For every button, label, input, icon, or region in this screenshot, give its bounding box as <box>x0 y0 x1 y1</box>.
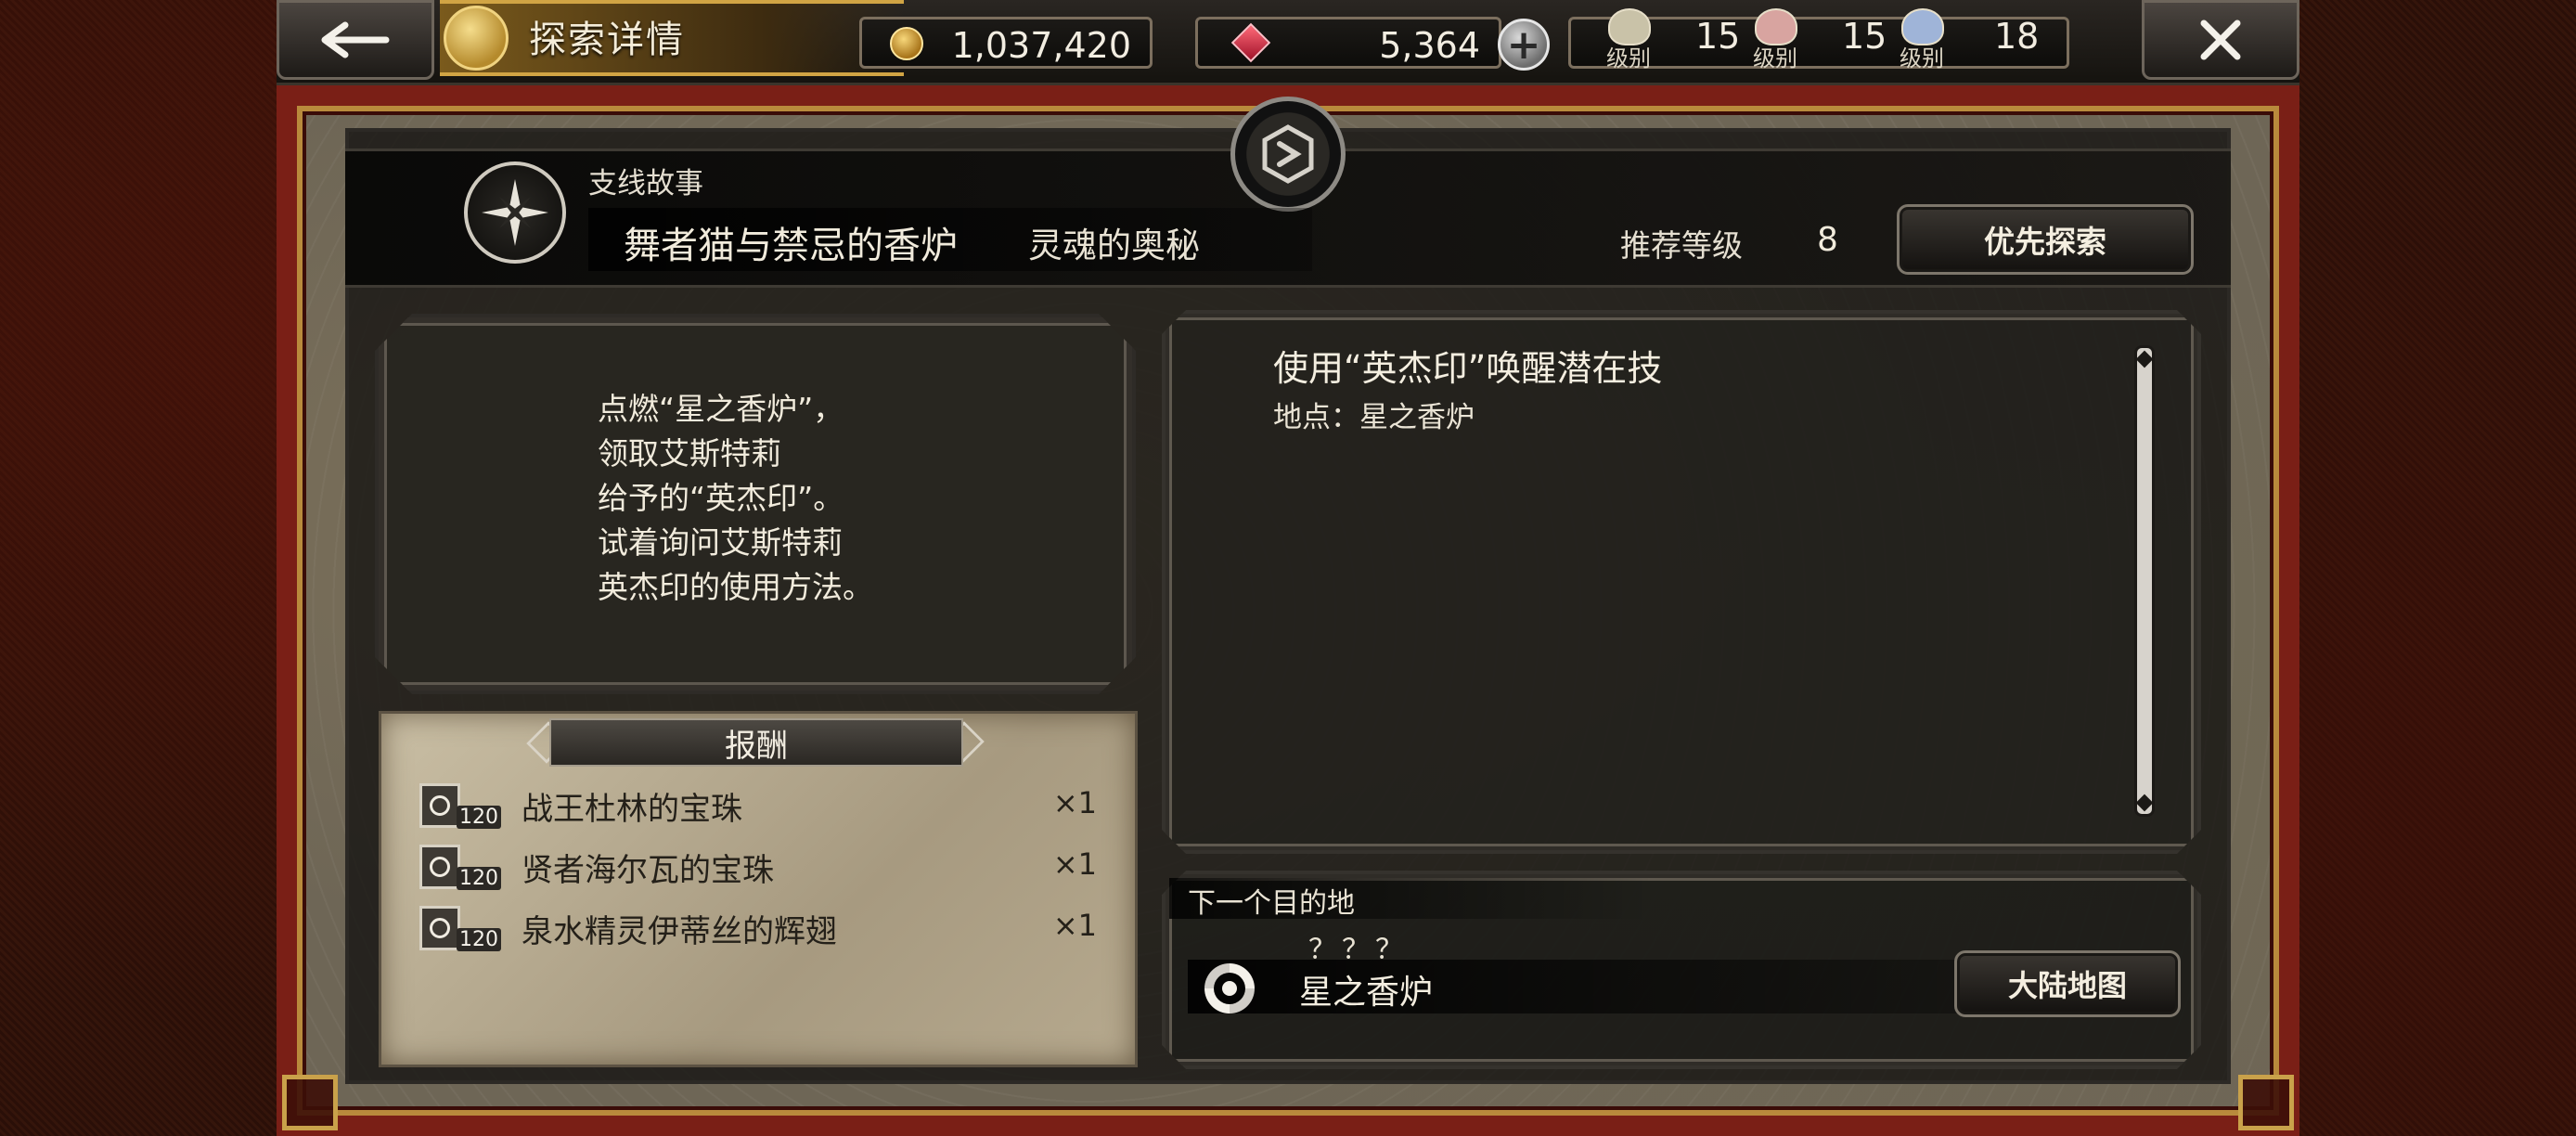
quest-subtitle: 灵魂的奥秘 <box>1028 226 1200 265</box>
levels-bar: 级别 15 级别 15 级别 18 <box>1568 8 2069 71</box>
plus-icon: + <box>1506 20 1541 69</box>
reward-item[interactable]: 120 泉水精灵伊蒂丝的辉翅 ×1 <box>419 902 1097 954</box>
destination-name: 星之香炉 <box>1299 974 1434 1012</box>
reward-header: 报酬 <box>549 718 963 767</box>
level-group-2: 级别 15 <box>1753 6 1894 71</box>
description-line: 试着询问艾斯特莉 <box>598 524 843 561</box>
level-2-label: 级别 <box>1753 45 1797 71</box>
level-3-label: 级别 <box>1900 45 1944 71</box>
arrow-left-icon <box>321 21 390 58</box>
corner-ornament <box>282 1075 338 1130</box>
description-line: 给予的“英杰印”。 <box>598 480 844 516</box>
quest-category: 支线故事 <box>588 167 703 200</box>
level-1-label: 级别 <box>1606 45 1651 71</box>
reward-quantity: ×1 <box>1052 785 1097 820</box>
orb-item-icon <box>419 783 460 828</box>
item-level-badge: 120 <box>457 867 501 890</box>
reward-quantity: ×1 <box>1052 908 1097 943</box>
close-icon <box>2200 19 2241 60</box>
continent-map-button[interactable]: 大陆地图 <box>1954 950 2181 1017</box>
objective-scrollbar[interactable] <box>2134 345 2155 817</box>
level-group-1: 级别 15 <box>1606 6 1747 71</box>
item-level-badge: 120 <box>457 928 501 951</box>
orb-item-icon <box>419 845 460 889</box>
level-group-3: 级别 18 <box>1900 6 2041 71</box>
gold-value: 1,037,420 <box>951 25 1131 66</box>
reward-quantity: ×1 <box>1052 846 1097 882</box>
gem-value: 5,364 <box>1379 25 1480 66</box>
close-button[interactable] <box>2142 0 2299 80</box>
recommended-level-label: 推荐等级 <box>1620 227 1743 264</box>
reward-name: 战王杜林的宝珠 <box>522 791 742 828</box>
page-title: 探索详情 <box>529 19 685 61</box>
quest-emblem-icon <box>1230 97 1346 212</box>
corner-ornament <box>2238 1075 2294 1130</box>
crest-icon <box>444 6 509 71</box>
gem-counter: 5,364 <box>1195 17 1501 69</box>
priority-explore-button[interactable]: 优先探索 <box>1897 204 2194 275</box>
next-destination-label: 下一个目的地 <box>1188 887 1355 920</box>
gold-counter: 1,037,420 <box>859 17 1153 69</box>
reward-name: 泉水精灵伊蒂丝的辉翅 <box>522 913 837 950</box>
objective-title: 使用“英杰印”唤醒潜在技 <box>1273 348 1663 389</box>
objective-location: 地点：星之香炉 <box>1273 401 1475 434</box>
reward-item[interactable]: 120 战王杜林的宝珠 ×1 <box>419 780 1097 832</box>
gem-icon <box>1230 22 1271 63</box>
objective-panel <box>1162 310 2201 854</box>
recommended-level-value: 8 <box>1817 221 1838 259</box>
quest-name: 舞者猫与禁忌的香炉 <box>624 225 958 267</box>
reward-item[interactable]: 120 贤者海尔瓦的宝珠 ×1 <box>419 841 1097 893</box>
compass-star-icon <box>464 161 566 264</box>
level-3-value: 18 <box>1994 16 2040 57</box>
add-gems-button[interactable]: + <box>1498 19 1550 71</box>
swirl-portal-icon <box>1201 960 1258 1017</box>
orb-item-icon <box>419 906 460 950</box>
description-line: 英杰印的使用方法。 <box>598 569 873 605</box>
back-button[interactable] <box>277 0 434 80</box>
level-2-value: 15 <box>1842 16 1887 57</box>
gold-coin-icon <box>890 27 923 60</box>
reward-name: 贤者海尔瓦的宝珠 <box>522 852 774 889</box>
description-line: 领取艾斯特莉 <box>598 435 781 471</box>
description-line: 点燃“星之香炉”， <box>598 391 844 427</box>
item-level-badge: 120 <box>457 806 501 829</box>
level-1-value: 15 <box>1695 16 1741 57</box>
